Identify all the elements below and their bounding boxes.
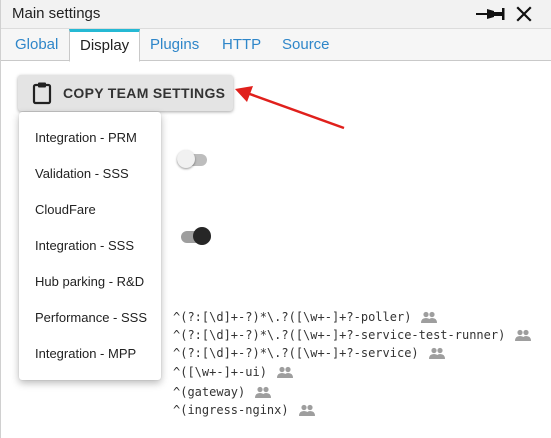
pattern-text: ^(gateway)	[173, 384, 246, 399]
toggle-knob	[177, 150, 195, 168]
copy-team-settings-button[interactable]: COPY TEAM SETTINGS	[18, 75, 233, 111]
group-icon[interactable]	[428, 347, 445, 359]
window-title: Main settings	[12, 5, 101, 22]
tab-global[interactable]: Global	[15, 29, 58, 61]
menu-item[interactable]: Hub parking - R&D	[19, 264, 161, 300]
group-icon[interactable]	[515, 329, 532, 341]
close-icon[interactable]	[514, 4, 534, 24]
pattern-text: ^(?:[\d]+-?)*\.?([\w+-]+?-poller)	[173, 309, 412, 324]
pattern-row: ^([\w+-]+-ui)	[173, 364, 293, 382]
pattern-row: ^(gateway)	[173, 384, 272, 402]
menu-item[interactable]: Integration - SSS	[19, 228, 161, 264]
tab-plugins[interactable]: Plugins	[150, 29, 199, 61]
group-icon[interactable]	[421, 311, 438, 323]
pattern-row: ^(?:[\d]+-?)*\.?([\w+-]+?-service)	[173, 345, 445, 363]
pattern-row: ^(ingress-nginx)	[173, 402, 315, 420]
menu-item[interactable]: Integration - MPP	[19, 336, 161, 372]
settings-tabs: Global Display Plugins HTTP Source	[1, 29, 551, 62]
pattern-text: ^([\w+-]+-ui)	[173, 364, 267, 379]
toggle-knob	[193, 227, 211, 245]
pattern-row: ^(?:[\d]+-?)*\.?([\w+-]+?-service-test-r…	[173, 327, 532, 345]
pattern-text: ^(?:[\d]+-?)*\.?([\w+-]+?-service)	[173, 345, 419, 360]
annotation-arrow-icon	[235, 86, 345, 130]
pattern-row: ^(?:[\d]+-?)*\.?([\w+-]+?-poller)	[173, 309, 438, 327]
copy-team-settings-label: COPY TEAM SETTINGS	[63, 85, 226, 101]
toggle-off[interactable]	[177, 150, 209, 168]
group-icon[interactable]	[276, 366, 293, 378]
toggle-on[interactable]	[181, 227, 213, 245]
tab-display[interactable]: Display	[69, 29, 141, 62]
menu-item[interactable]: CloudFare	[19, 192, 161, 228]
menu-item[interactable]: Validation - SSS	[19, 156, 161, 192]
main-settings-panel: Main settings Global Display Plugins HTT…	[0, 0, 551, 438]
pattern-text: ^(?:[\d]+-?)*\.?([\w+-]+?-service-test-r…	[173, 327, 506, 342]
clipboard-icon	[32, 82, 52, 105]
group-icon[interactable]	[255, 386, 272, 398]
team-dropdown-menu: Integration - PRM Validation - SSS Cloud…	[19, 112, 161, 380]
group-icon[interactable]	[298, 404, 315, 416]
title-bar: Main settings	[1, 0, 551, 29]
pattern-text: ^(ingress-nginx)	[173, 402, 289, 417]
tab-source[interactable]: Source	[282, 29, 330, 61]
pin-icon[interactable]	[474, 6, 506, 22]
tab-http[interactable]: HTTP	[222, 29, 261, 61]
menu-item[interactable]: Performance - SSS	[19, 300, 161, 336]
menu-item[interactable]: Integration - PRM	[19, 120, 161, 156]
